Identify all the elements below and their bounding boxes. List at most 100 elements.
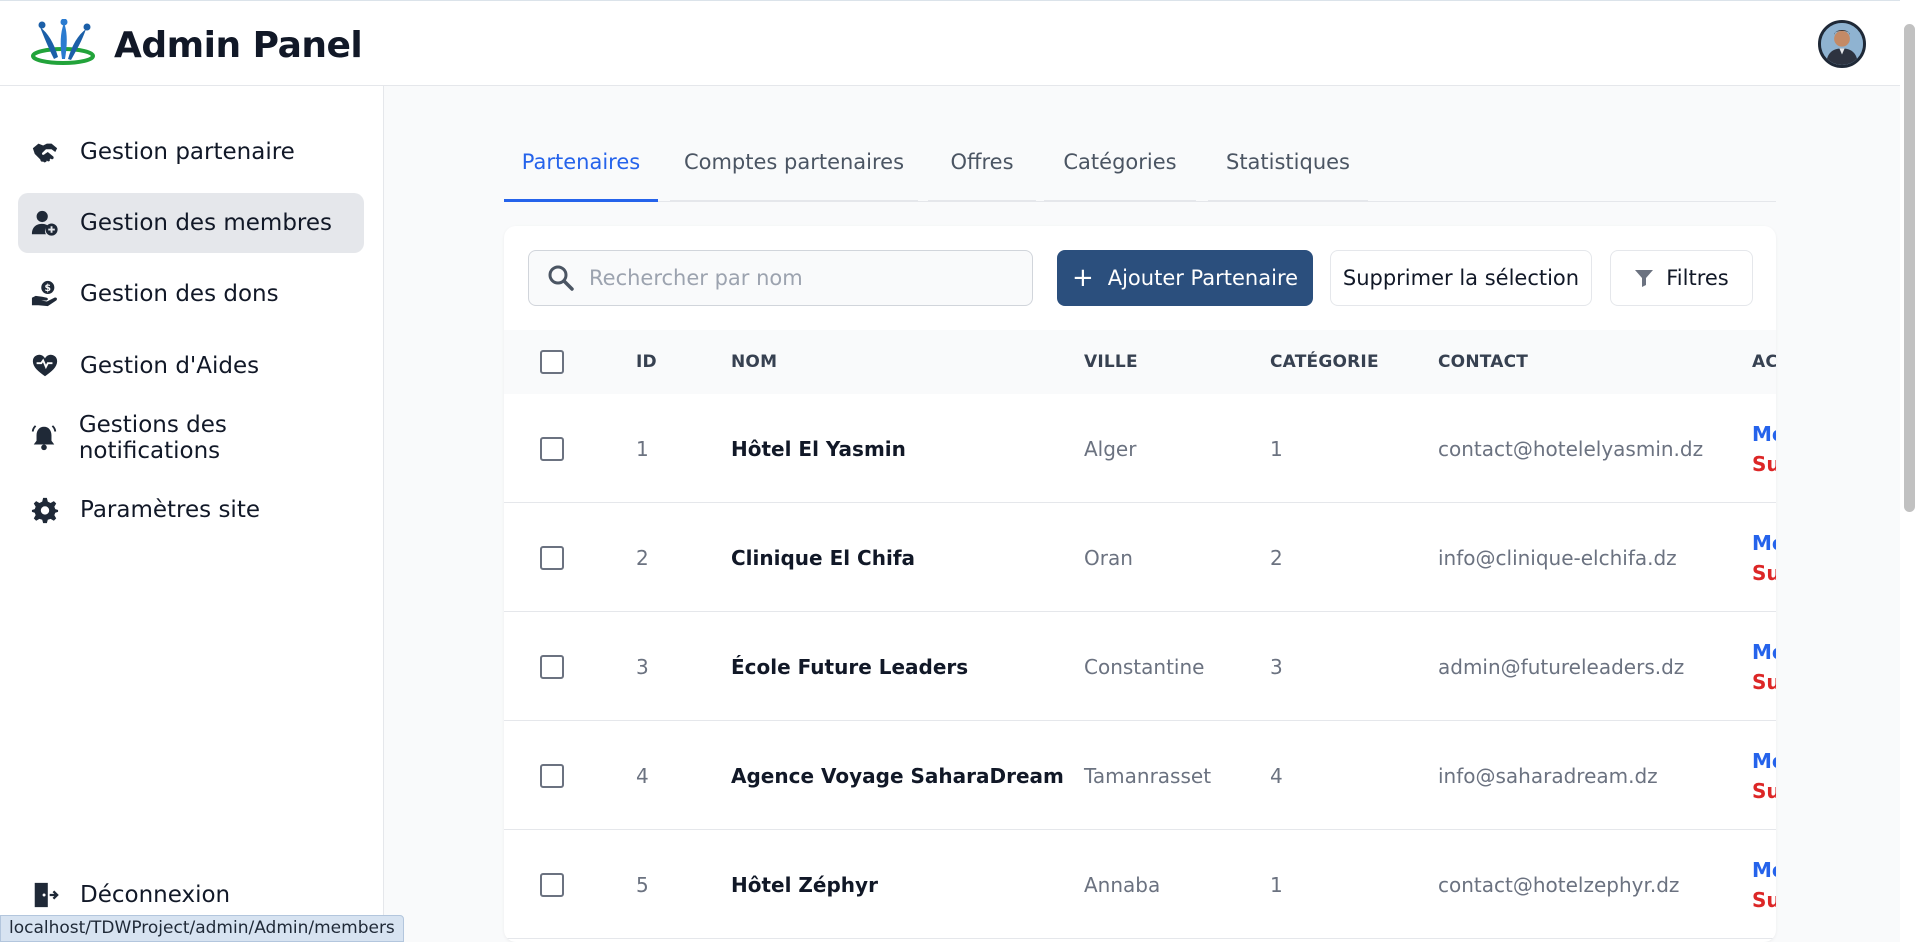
cell-contact: admin@futureleaders.dz [1438, 654, 1685, 679]
sidebar-item-gestion-membres[interactable]: Gestion des membres [18, 193, 364, 253]
tab-categories[interactable]: Catégories [1044, 144, 1196, 202]
col-actions: AC [1752, 352, 1776, 372]
search-box[interactable] [528, 250, 1033, 306]
tab-partenaires[interactable]: Partenaires [504, 144, 658, 202]
col-ville[interactable]: VILLE [1084, 330, 1138, 394]
col-categorie[interactable]: CATÉGORIE [1270, 330, 1379, 394]
cell-ville: Alger [1084, 436, 1137, 461]
cell-id: 4 [636, 763, 649, 788]
delete-link[interactable]: Su [1752, 885, 1776, 915]
plus-icon: + [1071, 263, 1094, 293]
cell-actions: MoSu [1752, 721, 1776, 830]
tab-comptes-partenaires[interactable]: Comptes partenaires [670, 144, 918, 202]
edit-link[interactable]: Mo [1752, 746, 1776, 776]
cell-categorie: 2 [1270, 545, 1283, 570]
partners-card: + Ajouter Partenaire Supprimer la sélect… [504, 226, 1776, 942]
page-scrollbar[interactable] [1900, 0, 1919, 942]
row-checkbox[interactable] [540, 872, 564, 897]
cell-contact: info@clinique-elchifa.dz [1438, 545, 1677, 570]
door-exit-icon [30, 880, 60, 910]
table-row: 2 Clinique El Chifa Oran 2 info@clinique-elc… [504, 503, 1776, 612]
logout-label: Déconnexion [80, 882, 231, 908]
search-input[interactable] [589, 266, 1009, 290]
sidebar-item-gestion-notifications[interactable]: Gestions des notifications [18, 408, 364, 468]
cell-categorie: 1 [1270, 872, 1283, 897]
cell-ville: Tamanrasset [1084, 763, 1212, 788]
edit-link[interactable]: Mo [1752, 855, 1776, 885]
table-row: 4 Agence Voyage SaharaDream Tamanrasset 4 in… [504, 721, 1776, 830]
sidebar-item-parametres-site[interactable]: Paramètres site [18, 480, 364, 540]
edit-link[interactable]: Mo [1752, 637, 1776, 667]
sidebar-item-gestion-dons[interactable]: $ Gestion des dons [18, 264, 364, 324]
tab-bar: Partenaires Comptes partenaires Offres C… [504, 144, 1776, 202]
user-avatar[interactable] [1818, 20, 1866, 68]
sidebar-item-label: Gestions des notifications [78, 412, 227, 464]
cell-nom: École Future Leaders [731, 654, 969, 679]
cell-actions: MoSu [1752, 612, 1776, 721]
select-all-cell [540, 330, 564, 394]
handshake-icon [30, 137, 60, 167]
cell-ville: Oran [1084, 545, 1133, 570]
tab-statistiques[interactable]: Statistiques [1208, 144, 1368, 202]
top-header: Admin Panel [0, 0, 1900, 86]
cell-ville: Constantine [1084, 654, 1205, 679]
row-checkbox[interactable] [540, 545, 564, 570]
table-header: ID NOM VILLE CATÉGORIE CONTACT AC [504, 330, 1776, 394]
row-select-cell [540, 830, 564, 939]
row-checkbox[interactable] [540, 436, 564, 461]
cell-id: 1 [636, 436, 649, 461]
sidebar-item-gestion-aides[interactable]: Gestion d'Aides [18, 336, 364, 396]
sidebar-item-label: Gestion d'Aides [80, 353, 260, 379]
delete-selection-button[interactable]: Supprimer la sélection [1330, 250, 1592, 306]
donation-hand-icon: $ [30, 279, 60, 309]
sidebar-item-label: Gestion des membres [80, 210, 333, 236]
cell-actions: MoSu [1752, 394, 1776, 503]
row-select-cell [540, 721, 564, 830]
add-partner-button[interactable]: + Ajouter Partenaire [1057, 250, 1313, 306]
delete-link[interactable]: Su [1752, 558, 1776, 588]
row-checkbox[interactable] [540, 654, 564, 679]
user-plus-icon [30, 208, 60, 238]
cell-nom: Hôtel Zéphyr [731, 872, 878, 897]
filter-icon [1635, 270, 1654, 287]
cell-categorie: 4 [1270, 763, 1283, 788]
cell-nom: Hôtel El Yasmin [731, 436, 906, 461]
col-contact[interactable]: CONTACT [1438, 330, 1528, 394]
filter-label: Filtres [1666, 266, 1729, 290]
table-row: 3 École Future Leaders Constantine 3 admin@f… [504, 612, 1776, 721]
logo[interactable] [30, 19, 96, 67]
cell-id: 5 [636, 872, 649, 897]
heart-hands-icon [30, 351, 60, 381]
row-select-cell [540, 503, 564, 612]
cell-actions: MoSu [1752, 830, 1776, 939]
sidebar-item-label: Gestion des dons [80, 281, 279, 307]
app-title: Admin Panel [114, 25, 363, 66]
delete-link[interactable]: Su [1752, 667, 1776, 697]
gear-icon [30, 495, 60, 525]
col-id[interactable]: ID [636, 330, 657, 394]
svg-text:$: $ [45, 283, 52, 294]
cell-contact: contact@hotelzephyr.dz [1438, 872, 1680, 897]
delete-link[interactable]: Su [1752, 449, 1776, 479]
filter-button[interactable]: Filtres [1610, 250, 1753, 306]
sidebar: Gestion partenaire Gestion des membres $… [0, 86, 384, 942]
bell-icon [30, 423, 59, 453]
sidebar-item-gestion-partenaire[interactable]: Gestion partenaire [18, 122, 364, 182]
cell-id: 3 [636, 654, 649, 679]
add-partner-label: Ajouter Partenaire [1107, 266, 1299, 290]
cell-contact: contact@hotelelyasmin.dz [1438, 436, 1704, 461]
cell-nom: Agence Voyage SaharaDream [731, 763, 1064, 788]
row-select-cell [540, 394, 564, 503]
edit-link[interactable]: Mo [1752, 419, 1776, 449]
scroll-thumb[interactable] [1904, 24, 1915, 512]
select-all-checkbox[interactable] [540, 350, 564, 374]
delete-link[interactable]: Su [1752, 776, 1776, 806]
cell-nom: Clinique El Chifa [731, 545, 916, 570]
sidebar-item-label: Gestion partenaire [80, 139, 295, 165]
tab-offres[interactable]: Offres [928, 144, 1036, 202]
table-row: 1 Hôtel El Yasmin Alger 1 contact@hotelelyas… [504, 394, 1776, 503]
cell-categorie: 1 [1270, 436, 1283, 461]
row-checkbox[interactable] [540, 763, 564, 788]
col-nom[interactable]: NOM [731, 330, 777, 394]
edit-link[interactable]: Mo [1752, 528, 1776, 558]
